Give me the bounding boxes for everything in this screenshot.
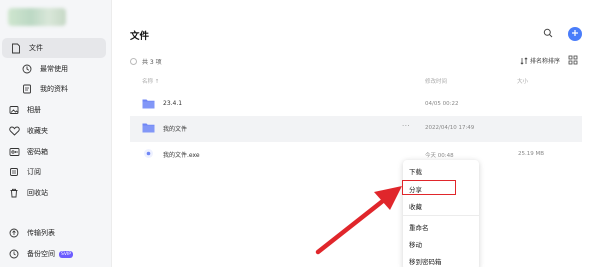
exe-file-icon bbox=[143, 148, 154, 161]
file-modified: 今天 00:48 bbox=[425, 153, 454, 159]
file-modified: 04/05 00:22 bbox=[425, 101, 459, 107]
document-icon bbox=[20, 82, 34, 96]
column-header-modified[interactable]: 修改时间 bbox=[425, 77, 447, 85]
sidebar: 文件 最常使用 我的资料 相册 收藏夹 密码箱 订阅 回收站 传输列表 备份空间… bbox=[0, 0, 112, 267]
heart-icon bbox=[7, 124, 21, 138]
menu-item-move[interactable]: 移动 bbox=[409, 239, 422, 249]
folder-icon bbox=[142, 122, 155, 135]
sidebar-item-photos[interactable]: 相册 bbox=[0, 100, 112, 120]
file-name[interactable]: 我的文件 bbox=[163, 124, 187, 133]
search-icon bbox=[543, 28, 553, 40]
sidebar-item-safe[interactable]: 密码箱 bbox=[0, 142, 112, 162]
table-row[interactable]: 我的文件.exe 今天 00:48 25.19 MB bbox=[130, 142, 582, 168]
item-count: 共 3 项 bbox=[142, 59, 162, 66]
sidebar-item-label: 收藏夹 bbox=[27, 127, 48, 135]
sort-button[interactable]: 排名称排序 bbox=[520, 56, 560, 65]
sidebar-item-label: 传输列表 bbox=[27, 229, 55, 237]
sidebar-item-label: 密码箱 bbox=[27, 148, 48, 156]
column-header-size[interactable]: 大小 bbox=[517, 77, 528, 85]
sidebar-item-my-docs[interactable]: 我的资料 bbox=[0, 79, 112, 99]
sidebar-item-label: 我的资料 bbox=[40, 85, 68, 93]
file-size: 25.19 MB bbox=[518, 151, 545, 157]
sidebar-item-recent[interactable]: 最常使用 bbox=[0, 59, 112, 79]
plus-icon bbox=[571, 29, 579, 39]
file-name[interactable]: 23.4.1 bbox=[163, 100, 182, 107]
sidebar-item-label: 回收站 bbox=[27, 189, 48, 197]
menu-item-move-to-safe[interactable]: 移到密码箱 bbox=[409, 256, 442, 266]
add-button[interactable] bbox=[568, 27, 582, 41]
user-avatar-blurred[interactable] bbox=[8, 8, 66, 26]
sidebar-item-trash[interactable]: 回收站 bbox=[0, 183, 112, 203]
sidebar-item-transfers[interactable]: 传输列表 bbox=[0, 223, 112, 243]
sidebar-item-label: 相册 bbox=[27, 106, 41, 114]
grid-icon bbox=[568, 55, 578, 65]
search-button[interactable] bbox=[541, 27, 555, 41]
menu-item-favorite[interactable]: 收藏 bbox=[409, 201, 422, 211]
menu-item-rename[interactable]: 重命名 bbox=[409, 222, 429, 232]
more-options-button[interactable]: ··· bbox=[402, 122, 410, 130]
sort-icon bbox=[520, 56, 528, 65]
file-name[interactable]: 我的文件.exe bbox=[163, 150, 200, 159]
safe-icon bbox=[7, 145, 21, 159]
transfer-icon bbox=[7, 226, 21, 240]
sidebar-item-favorites[interactable]: 收藏夹 bbox=[0, 121, 112, 141]
menu-divider bbox=[403, 215, 479, 216]
svip-badge: SVIP bbox=[59, 250, 73, 258]
select-all-row: 共 3 项 bbox=[130, 57, 162, 66]
sidebar-item-files[interactable]: 文件 bbox=[2, 38, 106, 58]
share-highlight-box bbox=[402, 180, 456, 195]
sidebar-item-backup[interactable]: 备份空间 SVIP bbox=[0, 244, 112, 264]
annotation-arrow bbox=[315, 186, 402, 255]
sidebar-item-label: 订阅 bbox=[27, 168, 41, 176]
sidebar-item-subscribe[interactable]: 订阅 bbox=[0, 162, 112, 182]
file-icon bbox=[9, 41, 23, 55]
grid-view-button[interactable] bbox=[568, 55, 578, 65]
subscription-icon bbox=[7, 165, 21, 179]
page-title: 文件 bbox=[130, 31, 150, 42]
context-menu: 下载 分享 收藏 重命名 移动 移到密码箱 bbox=[403, 160, 479, 267]
select-all-checkbox[interactable] bbox=[130, 58, 137, 65]
trash-icon bbox=[7, 186, 21, 200]
clock-icon bbox=[20, 62, 34, 76]
column-header-name[interactable]: 名称 ↑ bbox=[142, 77, 159, 85]
folder-icon bbox=[142, 98, 155, 111]
sidebar-item-label: 文件 bbox=[29, 44, 43, 52]
sidebar-item-label: 备份空间 bbox=[27, 250, 55, 258]
sidebar-item-label: 最常使用 bbox=[40, 65, 68, 73]
sort-label: 排名称排序 bbox=[530, 58, 561, 65]
table-row[interactable]: 23.4.1 04/05 00:22 bbox=[130, 92, 582, 118]
file-modified: 2022/04/10 17:49 bbox=[425, 125, 475, 131]
table-row[interactable]: 我的文件 ··· 2022/04/10 17:49 bbox=[130, 116, 582, 142]
photo-icon bbox=[7, 103, 21, 117]
backup-icon bbox=[7, 247, 21, 261]
menu-item-download[interactable]: 下载 bbox=[409, 166, 422, 176]
